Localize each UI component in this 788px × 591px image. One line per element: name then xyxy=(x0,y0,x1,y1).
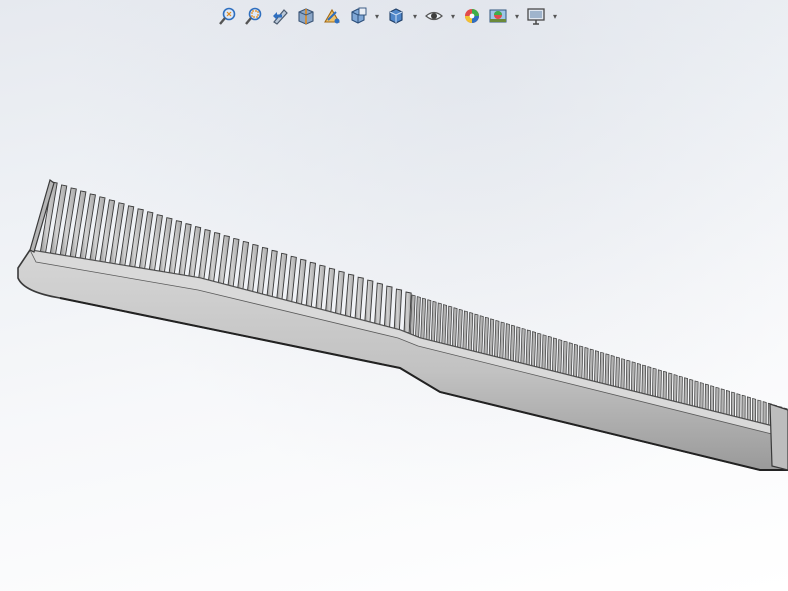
comb-fine-tooth xyxy=(562,340,568,379)
previous-view-button[interactable] xyxy=(268,4,292,28)
comb-wide-tooth xyxy=(403,291,412,334)
comb-fine-tooth xyxy=(567,342,573,381)
dropdown-arrow-icon[interactable]: ▾ xyxy=(410,4,420,28)
zoom-to-area-button[interactable] xyxy=(242,4,266,28)
comb-fine-tooth xyxy=(414,296,421,343)
display-style-icon xyxy=(389,8,403,24)
comb-fine-tooth xyxy=(557,339,563,378)
comb-wide-tooth xyxy=(364,279,374,326)
comb-fine-tooth xyxy=(546,335,552,375)
comb-wide-tooth xyxy=(314,264,326,315)
comb-fine-tooth xyxy=(420,297,427,344)
comb-fine-tooth xyxy=(604,353,610,390)
comb-spine xyxy=(17,249,788,471)
comb-fine-tooth xyxy=(457,308,463,353)
section-view-icon xyxy=(298,8,314,25)
comb-fine-tooth xyxy=(541,334,547,374)
apply-scene-icon xyxy=(489,9,507,23)
comb-wide-tooth xyxy=(374,282,383,328)
comb-fine-tooth xyxy=(599,351,605,388)
comb-fine-tooth xyxy=(609,355,615,391)
view-settings-button[interactable] xyxy=(524,4,548,28)
comb-fine-tooth xyxy=(583,347,589,385)
comb-fine-tooth xyxy=(467,312,474,356)
display-style-button[interactable] xyxy=(384,4,408,28)
comb-wide-tooth xyxy=(324,267,336,317)
previous-view-icon xyxy=(273,9,288,25)
comb-fine-tooth xyxy=(425,299,432,346)
view-orientation-button[interactable] xyxy=(346,4,370,28)
dropdown-arrow-icon[interactable]: ▾ xyxy=(550,4,560,28)
zoom-to-fit-button[interactable] xyxy=(216,4,240,28)
comb-wide-tooth xyxy=(305,261,317,313)
comb-fine-tooth xyxy=(472,313,479,357)
heads-up-view-toolbar: ▾ ▾ ▾ ▾ ▾ xyxy=(216,3,560,29)
comb-wide-tooth xyxy=(344,273,355,321)
edit-appearance-icon xyxy=(465,9,479,23)
comb-fine-tooth xyxy=(509,324,516,366)
comb-wide-tooth xyxy=(393,288,403,332)
comb-fine-tooth xyxy=(525,329,531,370)
view-orientation-icon xyxy=(351,7,367,24)
comb-wide-tooth xyxy=(354,276,364,323)
comb-fine-tooth xyxy=(446,305,453,351)
comb-model[interactable] xyxy=(0,0,788,591)
dropdown-arrow-icon[interactable]: ▾ xyxy=(372,4,382,28)
dynamic-annotation-views-button[interactable] xyxy=(320,4,344,28)
hide-show-items-button[interactable] xyxy=(422,4,446,28)
comb-fine-tooth xyxy=(551,337,558,377)
comb-fine-tooth xyxy=(430,300,437,347)
comb-fine-tooth xyxy=(572,343,578,382)
comb-fine-tooth xyxy=(493,320,500,362)
comb-fine-tooth xyxy=(588,348,594,386)
comb-right-end xyxy=(769,403,788,471)
section-view-button[interactable] xyxy=(294,4,318,28)
apply-scene-button[interactable] xyxy=(486,4,510,28)
dropdown-arrow-icon[interactable]: ▾ xyxy=(512,4,522,28)
comb-fine-tooth xyxy=(441,304,447,350)
comb-fine-tooth xyxy=(536,332,542,373)
comb-fine-tooth xyxy=(462,310,468,355)
comb-fine-tooth xyxy=(514,326,521,368)
edit-appearance-button[interactable] xyxy=(460,4,484,28)
zoom-to-area-icon xyxy=(245,7,262,25)
zoom-to-fit-icon xyxy=(219,7,236,25)
view-settings-icon xyxy=(527,8,545,25)
comb-fine-tooth xyxy=(435,302,442,348)
comb-fine-tooth xyxy=(530,331,537,372)
hide-show-items-icon xyxy=(425,11,443,21)
comb-fine-tooth xyxy=(578,345,584,383)
comb-fine-tooth xyxy=(594,350,599,387)
comb-wide-tooth xyxy=(295,258,307,311)
graphics-area[interactable]: ▾ ▾ ▾ ▾ ▾ xyxy=(0,0,788,591)
comb-wide-tooth xyxy=(334,270,345,319)
dynamic-annotation-views-icon xyxy=(324,8,340,24)
dropdown-arrow-icon[interactable]: ▾ xyxy=(448,4,458,28)
comb-fine-tooth xyxy=(483,316,489,360)
comb-fine-tooth xyxy=(451,307,458,352)
comb-wide-tooth xyxy=(383,285,393,330)
comb-fine-tooth xyxy=(504,323,510,365)
comb-fine-tooth xyxy=(499,321,505,364)
comb-fine-tooth xyxy=(488,318,495,361)
comb-fine-tooth xyxy=(478,315,484,359)
comb-fine-tooth xyxy=(520,327,526,369)
